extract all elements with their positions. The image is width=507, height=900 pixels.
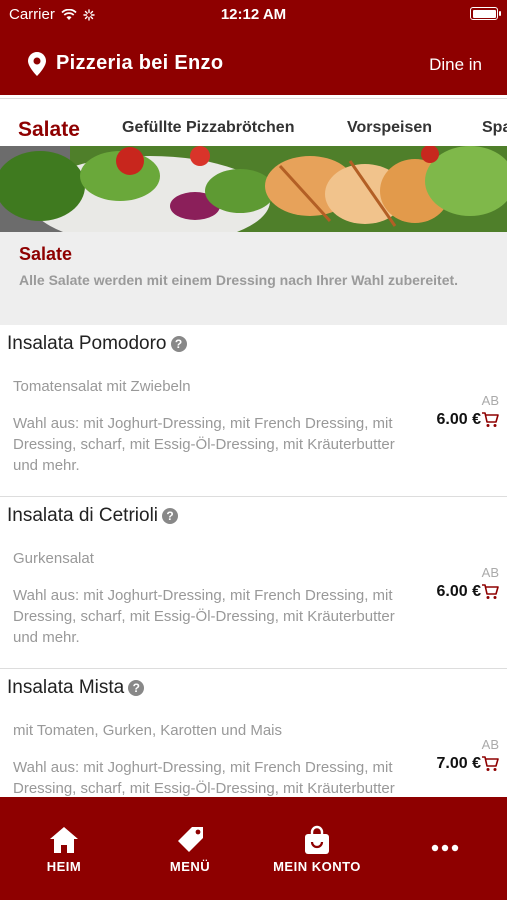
category-title: Salate (19, 244, 73, 264)
item-subtitle: Tomatensalat mit Zwiebeln (13, 378, 191, 395)
nav-menu[interactable]: MENÜ (160, 797, 220, 900)
item-options: Wahl aus: mit Joghurt-Dressing, mit Fren… (13, 759, 395, 797)
item-options: Wahl aus: mit Joghurt-Dressing, mit Fren… (13, 415, 395, 474)
battery-icon (470, 7, 501, 20)
price-prefix: AB (481, 565, 499, 580)
shopping-bag-icon (305, 825, 329, 854)
category-tabs: Salate Gefüllte Pizzabrötchen Vorspeisen… (0, 98, 507, 146)
map-pin-icon[interactable] (28, 52, 46, 76)
nav-home[interactable]: HEIM (34, 797, 94, 900)
info-icon[interactable]: ? (162, 508, 179, 524)
nav-more[interactable] (415, 797, 475, 900)
list-item[interactable]: Insalata Pomodoro ? Tomatensalat mit Zwi… (0, 325, 507, 497)
tab-gefuellte-pizzabroetchen[interactable]: Gefüllte Pizzabrötchen (122, 119, 294, 137)
item-name-text: Insalata di Cetrioli (7, 505, 159, 526)
dine-in-toggle[interactable]: Dine in (429, 55, 482, 75)
nav-menu-label: MENÜ (169, 859, 211, 874)
cart-icon[interactable] (481, 412, 499, 428)
item-options: Wahl aus: mit Joghurt-Dressing, mit Fren… (13, 587, 395, 646)
bottom-nav: HEIM MENÜ MEIN KONTO (0, 797, 507, 900)
item-name: Insalata di Cetrioli ? (7, 505, 179, 527)
home-icon (50, 827, 78, 853)
tab-salate[interactable]: Salate (18, 118, 80, 142)
item-name-text: Insalata Mista (7, 677, 125, 698)
item-name-text: Insalata Pomodoro (7, 333, 167, 354)
product-list: Insalata Pomodoro ? Tomatensalat mit Zwi… (0, 325, 507, 797)
item-subtitle: mit Tomaten, Gurken, Karotten und Mais (13, 722, 283, 739)
item-price: 7.00 € (436, 755, 481, 772)
category-banner-image (0, 146, 507, 232)
clock: 12:12 AM (220, 6, 287, 23)
nav-account-label: MEIN KONTO (273, 859, 361, 874)
tab-spa[interactable]: Spa (482, 119, 507, 137)
nav-account[interactable]: MEIN KONTO (266, 797, 368, 900)
header: Pizzeria bei Enzo Dine in (0, 45, 507, 83)
item-price: 6.00 € (436, 411, 481, 428)
tab-vorspeisen[interactable]: Vorspeisen (347, 119, 432, 137)
info-icon[interactable]: ? (170, 336, 187, 352)
nav-home-label: HEIM (46, 859, 82, 874)
item-subtitle: Gurkensalat (13, 550, 94, 567)
list-item[interactable]: Insalata Mista ? mit Tomaten, Gurken, Ka… (0, 669, 507, 797)
more-icon (431, 844, 459, 852)
info-icon[interactable]: ? (128, 680, 145, 696)
restaurant-name[interactable]: Pizzeria bei Enzo (56, 52, 223, 75)
cart-icon[interactable] (481, 584, 499, 600)
top-bar: Carrier 12:12 AM Pizzeria bei Enzo Dine … (0, 0, 507, 95)
item-name: Insalata Mista ? (7, 677, 145, 699)
item-price: 6.00 € (436, 583, 481, 600)
category-info: Salate Alle Salate werden mit einem Dres… (0, 232, 507, 325)
price-prefix: AB (481, 393, 499, 408)
tag-icon (178, 827, 203, 852)
price-prefix: AB (481, 737, 499, 752)
status-bar: Carrier 12:12 AM (0, 0, 507, 28)
cart-icon[interactable] (481, 756, 499, 772)
category-description: Alle Salate werden mit einem Dressing na… (19, 272, 459, 288)
item-name: Insalata Pomodoro ? (7, 333, 187, 355)
list-item[interactable]: Insalata di Cetrioli ? Gurkensalat Wahl … (0, 497, 507, 669)
